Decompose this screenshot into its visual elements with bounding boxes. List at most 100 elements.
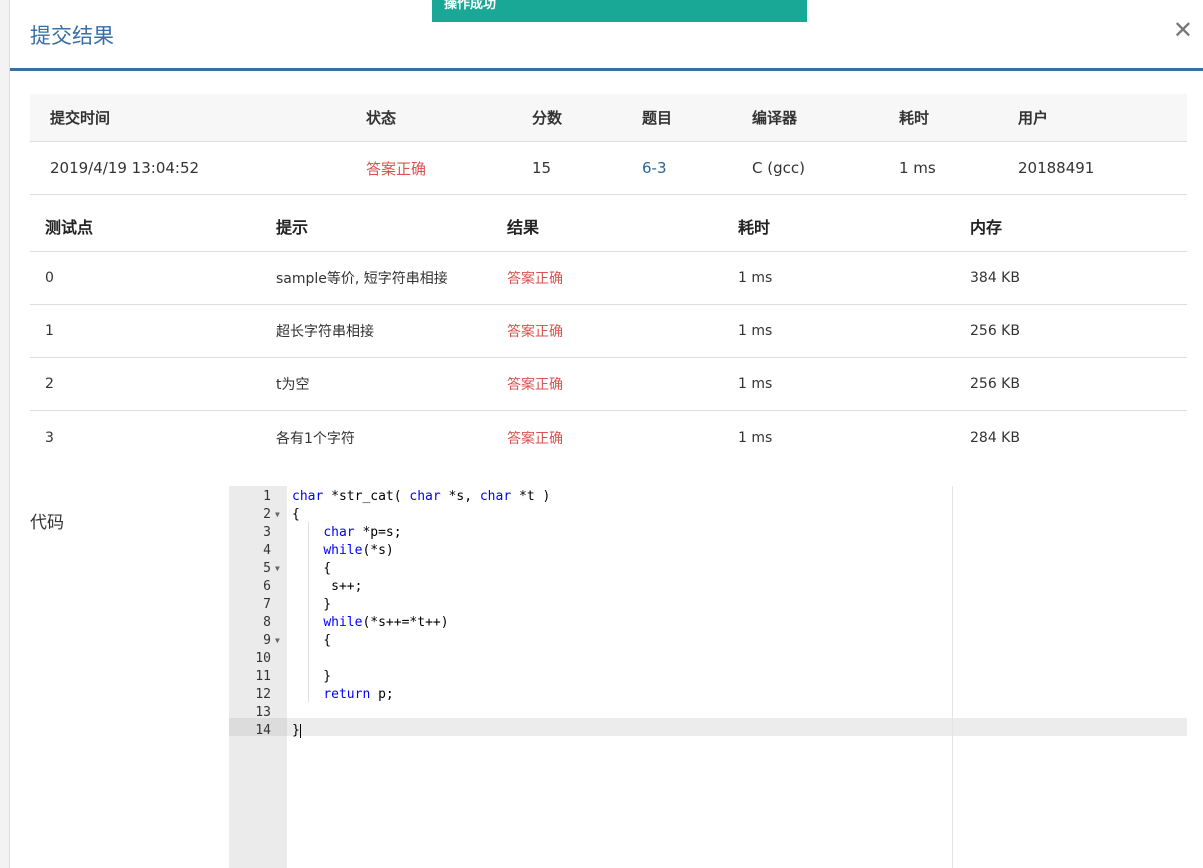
test-id: 0: [45, 270, 54, 286]
line-number: 3: [263, 525, 271, 540]
code-line[interactable]: 13: [229, 704, 1187, 722]
background-page: [0, 0, 10, 868]
submission-result-modal: 提交结果 ✕ 提交时间 状态 分数 题目 编译器 耗时 用户 2019/4/19…: [10, 0, 1203, 868]
line-number: 1: [263, 489, 271, 504]
code-line[interactable]: 1 char *str_cat( char *s, char *t ): [229, 488, 1187, 506]
summary-row: 2019/4/19 13:04:52 答案正确 15 6-3 C (gcc) 1…: [30, 142, 1187, 195]
status-badge: 答案正确: [366, 159, 427, 178]
line-number: 9: [263, 633, 271, 648]
user: 20188491: [1018, 159, 1095, 177]
fold-toggle-icon[interactable]: ▼: [275, 506, 280, 524]
test-memory: 284 KB: [970, 429, 1020, 446]
test-hint: 超长字符串相接: [276, 324, 374, 340]
test-hint: 各有1个字符: [276, 430, 355, 447]
code-line[interactable]: 4 while(*s): [229, 542, 1187, 560]
table-row: 1 超长字符串相接 答案正确 1 ms 256 KB: [30, 305, 1187, 358]
code-text: {: [292, 561, 332, 576]
tests-header-row: 测试点 提示 结果 耗时 内存: [30, 200, 1187, 252]
header-user: 用户: [1018, 109, 1049, 127]
test-hint: t为空: [276, 377, 310, 393]
compiler: C (gcc): [752, 159, 805, 177]
code-label: 代码: [30, 513, 64, 533]
test-result: 答案正确: [507, 430, 563, 447]
header-score: 分数: [532, 109, 563, 127]
table-row: 2 t为空 答案正确 1 ms 256 KB: [30, 358, 1187, 411]
summary-header-row: 提交时间 状态 分数 题目 编译器 耗时 用户: [30, 94, 1187, 142]
code-line[interactable]: 11 }: [229, 668, 1187, 686]
code-text: {: [292, 633, 332, 648]
code-line[interactable]: 8 while(*s++=*t++): [229, 614, 1187, 632]
line-number: 12: [255, 687, 271, 702]
test-memory: 256 KB: [970, 323, 1020, 339]
header-memory: 内存: [970, 217, 1003, 237]
code-line[interactable]: 14}: [229, 722, 1187, 740]
header-test-id: 测试点: [45, 217, 94, 237]
test-id: 3: [45, 429, 54, 446]
test-cases-table: 测试点 提示 结果 耗时 内存 0 sample等价, 短字符串相接 答案正确 …: [30, 200, 1187, 464]
table-row: 0 sample等价, 短字符串相接 答案正确 1 ms 384 KB: [30, 252, 1187, 305]
code-text: }: [292, 669, 332, 684]
line-number: 13: [255, 705, 271, 720]
code-line[interactable]: 7 }: [229, 596, 1187, 614]
success-toast: 操作成功: [432, 0, 807, 22]
header-submit-time: 提交时间: [50, 109, 111, 127]
close-icon[interactable]: ✕: [1173, 18, 1193, 42]
submit-time: 2019/4/19 13:04:52: [50, 159, 200, 177]
table-row: 3 各有1个字符 答案正确 1 ms 284 KB: [30, 411, 1187, 464]
line-number: 6: [263, 579, 271, 594]
test-time: 1 ms: [738, 323, 773, 339]
summary-table: 提交时间 状态 分数 题目 编译器 耗时 用户 2019/4/19 13:04:…: [30, 94, 1187, 195]
test-result: 答案正确: [507, 271, 563, 287]
line-number: 2: [263, 507, 271, 522]
header-problem: 题目: [642, 109, 673, 127]
header-status: 状态: [366, 109, 397, 127]
code-line[interactable]: 2 ▼ {: [229, 506, 1187, 524]
line-number: 14: [255, 723, 271, 738]
toast-text: 操作成功: [444, 0, 497, 12]
code-text: while(*s): [323, 543, 394, 558]
code-line[interactable]: 9 ▼ {: [229, 632, 1187, 650]
code-line[interactable]: 12 return p;: [229, 686, 1187, 704]
code-line[interactable]: 3 char *p=s;: [229, 524, 1187, 542]
test-time: 1 ms: [738, 376, 773, 392]
test-id: 2: [45, 376, 54, 392]
line-number: 4: [263, 543, 271, 558]
test-result: 答案正确: [507, 377, 563, 393]
header-time: 耗时: [738, 217, 771, 237]
header-elapsed: 耗时: [899, 109, 930, 127]
header-result: 结果: [507, 217, 540, 237]
test-memory: 384 KB: [970, 270, 1020, 286]
code-editor[interactable]: 1 char *str_cat( char *s, char *t ) 2 ▼ {3 c…: [229, 486, 1187, 868]
code-text: s++;: [292, 579, 363, 594]
test-time: 1 ms: [738, 270, 773, 286]
code-text: char *p=s;: [323, 525, 402, 540]
test-time: 1 ms: [738, 429, 773, 446]
code-text: char *str_cat( char *s, char *t ): [292, 489, 551, 504]
line-number: 7: [263, 597, 271, 612]
header-compiler: 编译器: [752, 109, 798, 127]
line-number: 5: [263, 561, 271, 576]
line-number: 11: [255, 669, 271, 684]
line-number: 10: [255, 651, 271, 666]
code-line[interactable]: 10: [229, 650, 1187, 668]
test-result: 答案正确: [507, 324, 563, 340]
code-text: {: [292, 507, 300, 522]
test-memory: 256 KB: [970, 376, 1020, 392]
header-hint: 提示: [276, 217, 309, 237]
code-text: while(*s++=*t++): [323, 615, 449, 630]
fold-toggle-icon[interactable]: ▼: [275, 632, 280, 650]
code-text: return p;: [323, 687, 394, 702]
code-line[interactable]: 6 s++;: [229, 578, 1187, 596]
fold-toggle-icon[interactable]: ▼: [275, 560, 280, 578]
test-hint: sample等价, 短字符串相接: [276, 271, 448, 287]
code-text: }: [292, 597, 332, 612]
problem-link[interactable]: 6-3: [642, 142, 667, 194]
test-id: 1: [45, 323, 54, 339]
line-number: 8: [263, 615, 271, 630]
elapsed: 1 ms: [899, 159, 936, 177]
modal-title: 提交结果: [30, 24, 114, 48]
code-line[interactable]: 5 ▼ {: [229, 560, 1187, 578]
code-text: }: [292, 723, 301, 738]
score: 15: [532, 159, 552, 177]
